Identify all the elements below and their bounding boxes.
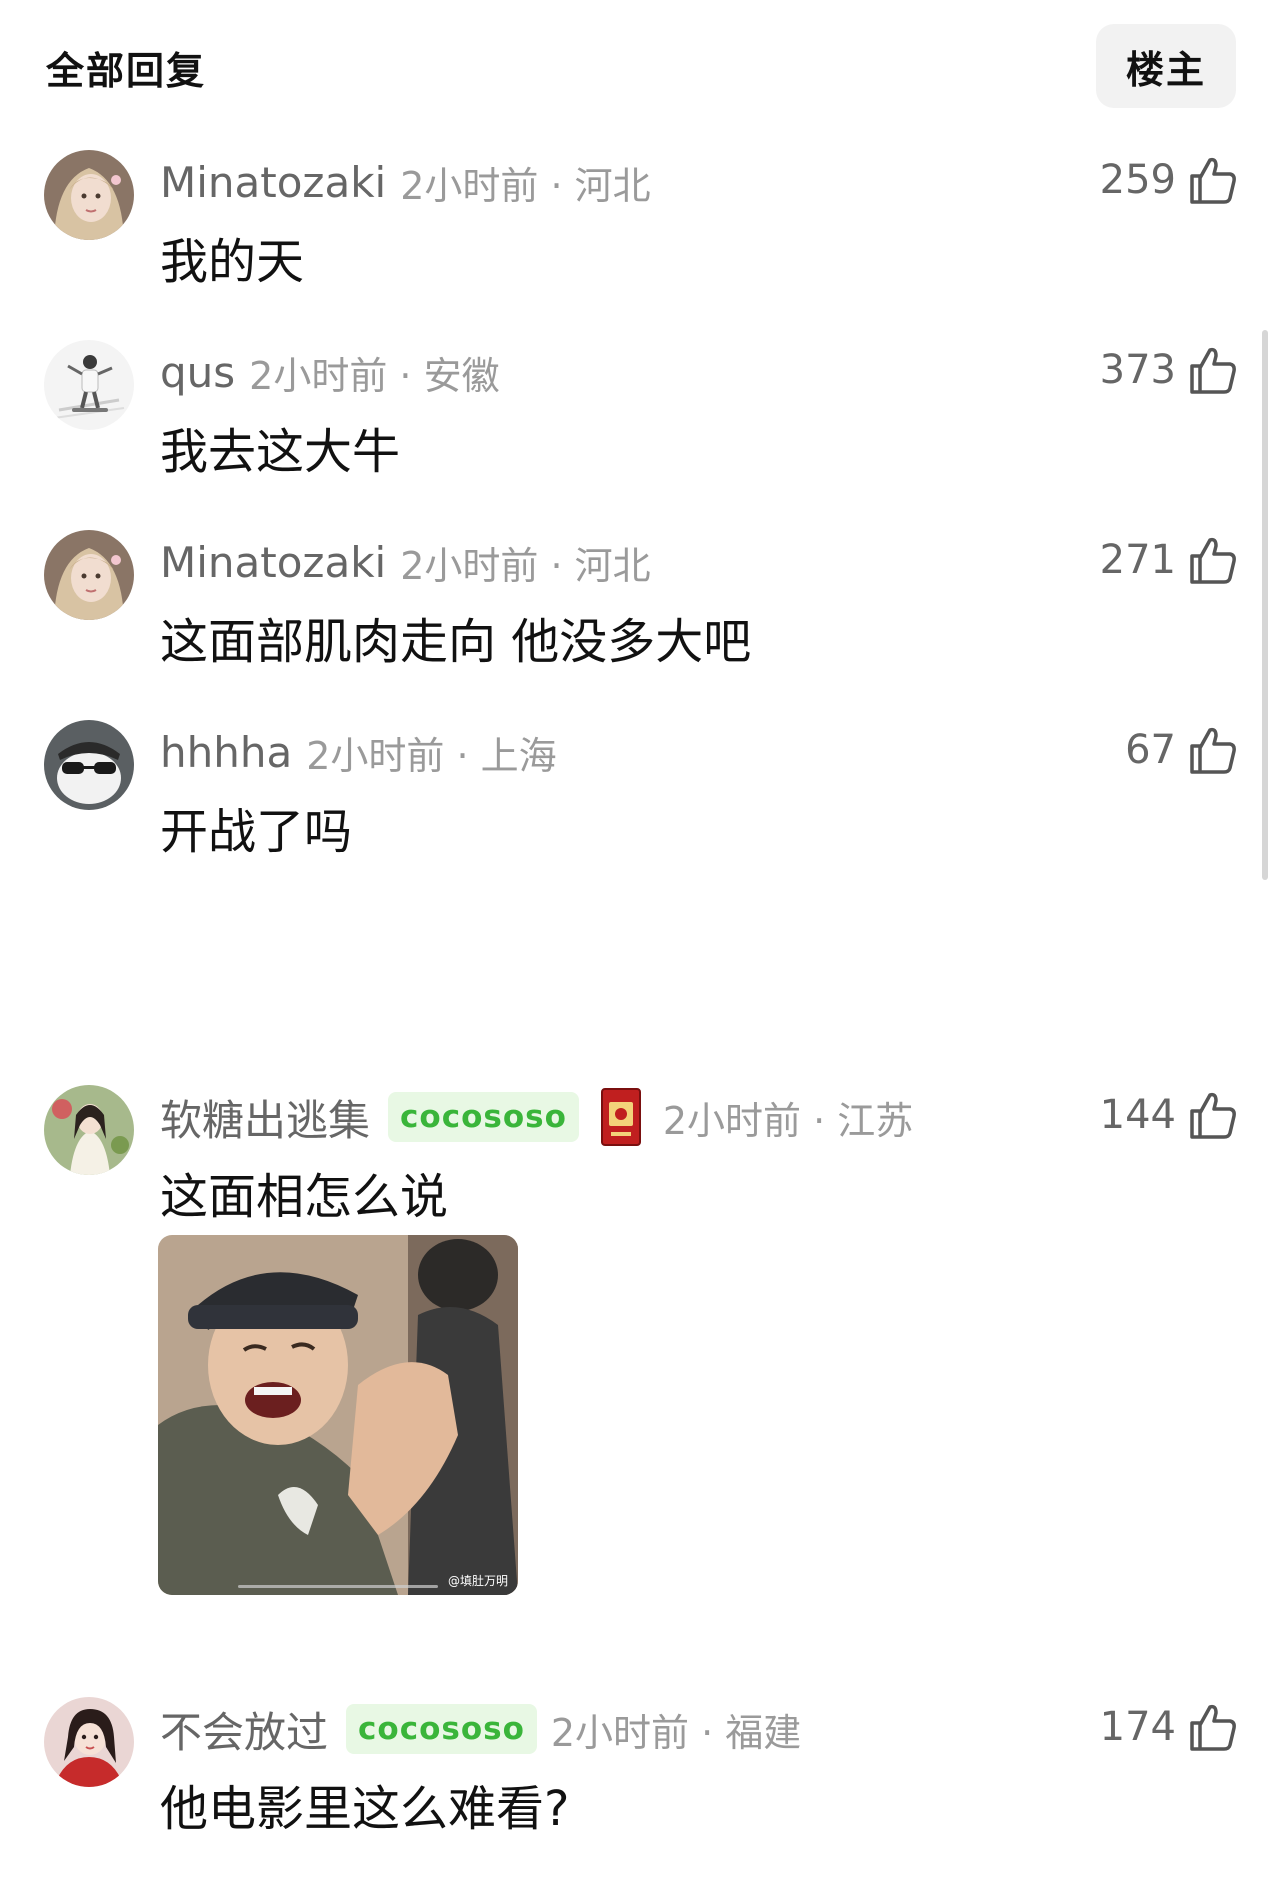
like-button[interactable]: 144 xyxy=(1100,1085,1238,1145)
comment-meta: Minatozaki 2小时前 · 河北 xyxy=(160,532,651,592)
comment-text: 我的天 xyxy=(160,234,305,290)
time-location: 2小时前 · 上海 xyxy=(306,733,557,778)
page-title: 全部回复 xyxy=(46,49,207,93)
like-button[interactable]: 271 xyxy=(1100,530,1238,590)
reply-header: 全部回复 楼主 xyxy=(0,0,1284,130)
user-avatar[interactable] xyxy=(44,1085,134,1175)
thumbs-up-icon[interactable] xyxy=(1188,1701,1238,1753)
time-location: 2小时前 · 江苏 xyxy=(662,1098,914,1143)
comment-text: 这面相怎么说 xyxy=(160,1169,449,1225)
comment-item: hhhha 2小时前 · 上海 开战了吗 67 xyxy=(0,720,1284,860)
comment-item: Minatozaki 2小时前 · 河北 这面部肌肉走向 他没多大吧 271 xyxy=(0,530,1284,670)
thumbs-up-icon[interactable] xyxy=(1188,154,1238,206)
comment-item: Minatozaki 2小时前 · 河北 我的天 259 xyxy=(0,150,1284,290)
comment-item: 软糖出逃集 cocososo 2小时前 · 江苏 这面相怎么说 144 @填肚万… xyxy=(0,1085,1284,1625)
comment-text: 开战了吗 xyxy=(160,804,353,860)
comment-meta: Minatozaki 2小时前 · 河北 xyxy=(160,152,651,212)
username[interactable]: qus xyxy=(160,348,235,397)
like-count: 174 xyxy=(1099,1704,1176,1750)
like-button[interactable]: 259 xyxy=(1100,150,1238,210)
red-card-icon xyxy=(600,1088,641,1146)
comment-meta: hhhha 2小时前 · 上海 xyxy=(160,722,557,782)
username[interactable]: 不会放过 xyxy=(160,1699,328,1760)
thumbs-up-icon[interactable] xyxy=(1188,1089,1238,1141)
comment-meta: 不会放过 cocososo 2小时前 · 福建 xyxy=(160,1699,801,1759)
like-button[interactable]: 67 xyxy=(1125,720,1238,780)
username[interactable]: Minatozaki xyxy=(160,538,386,587)
user-avatar[interactable] xyxy=(44,150,134,240)
comment-text: 我去这大牛 xyxy=(160,424,401,480)
comment-meta: 软糖出逃集 cocososo 2小时前 · 江苏 xyxy=(160,1087,913,1147)
user-avatar[interactable] xyxy=(44,720,134,810)
comment-text: 这面部肌肉走向 他没多大吧 xyxy=(160,614,752,670)
time-location: 2小时前 · 安徽 xyxy=(249,353,500,398)
comment-meta: qus 2小时前 · 安徽 xyxy=(160,342,500,402)
like-count: 271 xyxy=(1099,537,1176,583)
username[interactable]: Minatozaki xyxy=(160,158,386,207)
photo-watermark: @填肚万明 xyxy=(447,1574,508,1588)
comment-photo[interactable]: @填肚万明 xyxy=(158,1235,518,1595)
thumbs-up-icon[interactable] xyxy=(1188,344,1238,396)
time-location: 2小时前 · 河北 xyxy=(400,543,651,588)
username[interactable]: 软糖出逃集 xyxy=(160,1087,370,1148)
comment-item: qus 2小时前 · 安徽 我去这大牛 373 xyxy=(0,340,1284,480)
thumbs-up-icon[interactable] xyxy=(1188,724,1238,776)
time-location: 2小时前 · 福建 xyxy=(550,1710,802,1755)
fan-badge[interactable]: cocososo xyxy=(388,1092,579,1142)
owner-filter-button[interactable]: 楼主 xyxy=(1096,24,1236,108)
fan-badge[interactable]: cocososo xyxy=(346,1704,537,1754)
time-location: 2小时前 · 河北 xyxy=(400,163,651,208)
username[interactable]: hhhha xyxy=(160,728,292,777)
like-count: 259 xyxy=(1099,157,1176,203)
user-avatar[interactable] xyxy=(44,340,134,430)
user-avatar[interactable] xyxy=(44,1697,134,1787)
like-button[interactable]: 373 xyxy=(1100,340,1238,400)
like-count: 67 xyxy=(1125,727,1176,773)
thumbs-up-icon[interactable] xyxy=(1188,534,1238,586)
like-count: 373 xyxy=(1099,347,1176,393)
user-avatar[interactable] xyxy=(44,530,134,620)
like-count: 144 xyxy=(1099,1092,1176,1138)
like-button[interactable]: 174 xyxy=(1100,1697,1238,1757)
comment-text: 他电影里这么难看? xyxy=(160,1781,570,1837)
comment-item: 不会放过 cocososo 2小时前 · 福建 他电影里这么难看? 174 xyxy=(0,1697,1284,1837)
